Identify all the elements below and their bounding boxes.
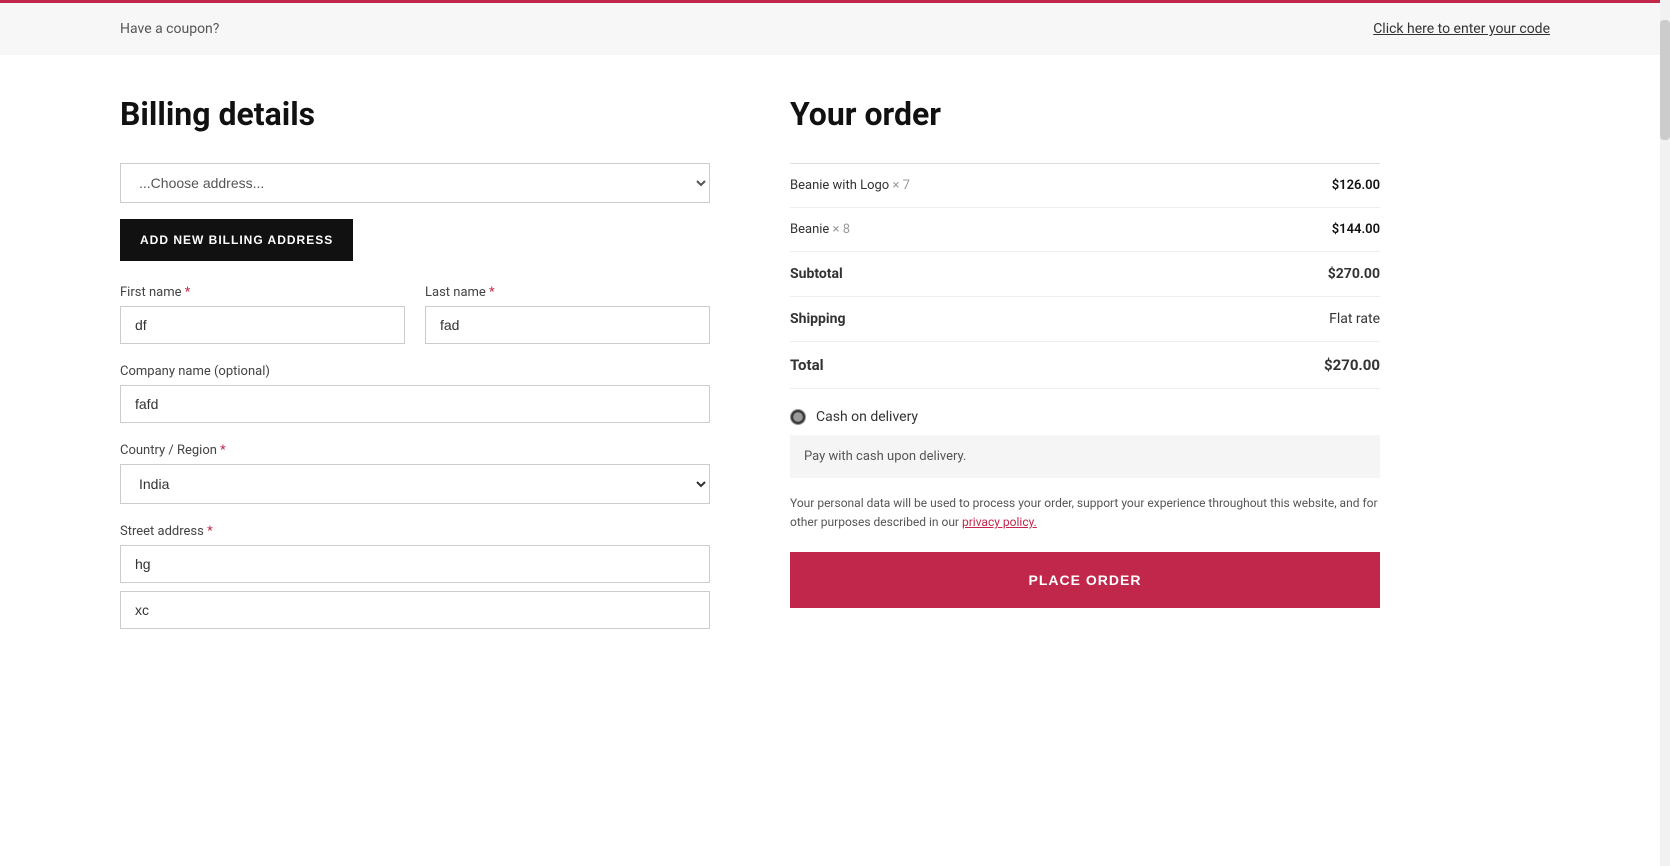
- street-input-2[interactable]: [120, 591, 710, 629]
- street-required: *: [207, 524, 213, 539]
- subtotal-value: $270.00: [1192, 252, 1380, 297]
- payment-section: Cash on delivery Pay with cash upon deli…: [790, 409, 1380, 608]
- payment-option: Cash on delivery: [790, 409, 1380, 425]
- cash-on-delivery-radio[interactable]: [790, 409, 806, 425]
- company-row: Company name (optional): [120, 364, 710, 423]
- country-select[interactable]: India: [120, 464, 710, 504]
- street-label: Street address *: [120, 524, 710, 539]
- street-group: Street address *: [120, 524, 710, 629]
- coupon-bar: Have a coupon? Click here to enter your …: [0, 0, 1670, 55]
- payment-description: Pay with cash upon delivery.: [790, 435, 1380, 478]
- cash-on-delivery-label: Cash on delivery: [816, 409, 918, 425]
- coupon-prompt: Have a coupon?: [120, 21, 219, 37]
- last-name-required: *: [489, 285, 495, 300]
- total-row: Total $270.00: [790, 342, 1380, 389]
- billing-section: Billing details ...Choose address... ADD…: [120, 95, 710, 649]
- first-name-input[interactable]: [120, 306, 405, 344]
- scrollbar[interactable]: [1660, 0, 1670, 866]
- order-section: Your order Beanie with Logo × 7 $126.00 …: [790, 95, 1380, 649]
- coupon-link[interactable]: Click here to enter your code: [1373, 21, 1550, 37]
- choose-address-select[interactable]: ...Choose address...: [120, 163, 710, 203]
- last-name-label: Last name *: [425, 285, 710, 300]
- subtotal-row: Subtotal $270.00: [790, 252, 1380, 297]
- order-item-name-1: Beanie with Logo × 7: [790, 164, 1192, 208]
- order-title: Your order: [790, 95, 1380, 133]
- order-item-name-2: Beanie × 8: [790, 208, 1192, 252]
- country-row: Country / Region * India: [120, 443, 710, 504]
- main-content: Billing details ...Choose address... ADD…: [0, 55, 1500, 729]
- country-required: *: [220, 443, 226, 458]
- privacy-policy-link[interactable]: privacy policy.: [962, 515, 1037, 529]
- scrollbar-thumb[interactable]: [1660, 20, 1670, 140]
- last-name-group: Last name *: [425, 285, 710, 344]
- name-row: First name * Last name *: [120, 285, 710, 344]
- company-label: Company name (optional): [120, 364, 710, 379]
- company-input[interactable]: [120, 385, 710, 423]
- last-name-input[interactable]: [425, 306, 710, 344]
- street-input[interactable]: [120, 545, 710, 583]
- order-item-price-1: $126.00: [1192, 164, 1380, 208]
- first-name-group: First name *: [120, 285, 405, 344]
- first-name-label: First name *: [120, 285, 405, 300]
- order-item-price-2: $144.00: [1192, 208, 1380, 252]
- company-group: Company name (optional): [120, 364, 710, 423]
- privacy-text: Your personal data will be used to proce…: [790, 494, 1380, 532]
- street-row: Street address *: [120, 524, 710, 629]
- place-order-button[interactable]: PLACE ORDER: [790, 552, 1380, 608]
- order-table: Beanie with Logo × 7 $126.00 Beanie × 8 …: [790, 163, 1380, 389]
- shipping-value: Flat rate: [1192, 297, 1380, 342]
- order-item-row-2: Beanie × 8 $144.00: [790, 208, 1380, 252]
- total-value: $270.00: [1192, 342, 1380, 389]
- shipping-row: Shipping Flat rate: [790, 297, 1380, 342]
- shipping-label: Shipping: [790, 297, 1192, 342]
- total-label: Total: [790, 342, 1192, 389]
- billing-title: Billing details: [120, 95, 710, 133]
- first-name-required: *: [185, 285, 191, 300]
- add-address-button[interactable]: ADD NEW BILLING ADDRESS: [120, 219, 353, 261]
- order-item-row-1: Beanie with Logo × 7 $126.00: [790, 164, 1380, 208]
- country-label: Country / Region *: [120, 443, 710, 458]
- country-group: Country / Region * India: [120, 443, 710, 504]
- subtotal-label: Subtotal: [790, 252, 1192, 297]
- address-select-wrapper: ...Choose address...: [120, 163, 710, 203]
